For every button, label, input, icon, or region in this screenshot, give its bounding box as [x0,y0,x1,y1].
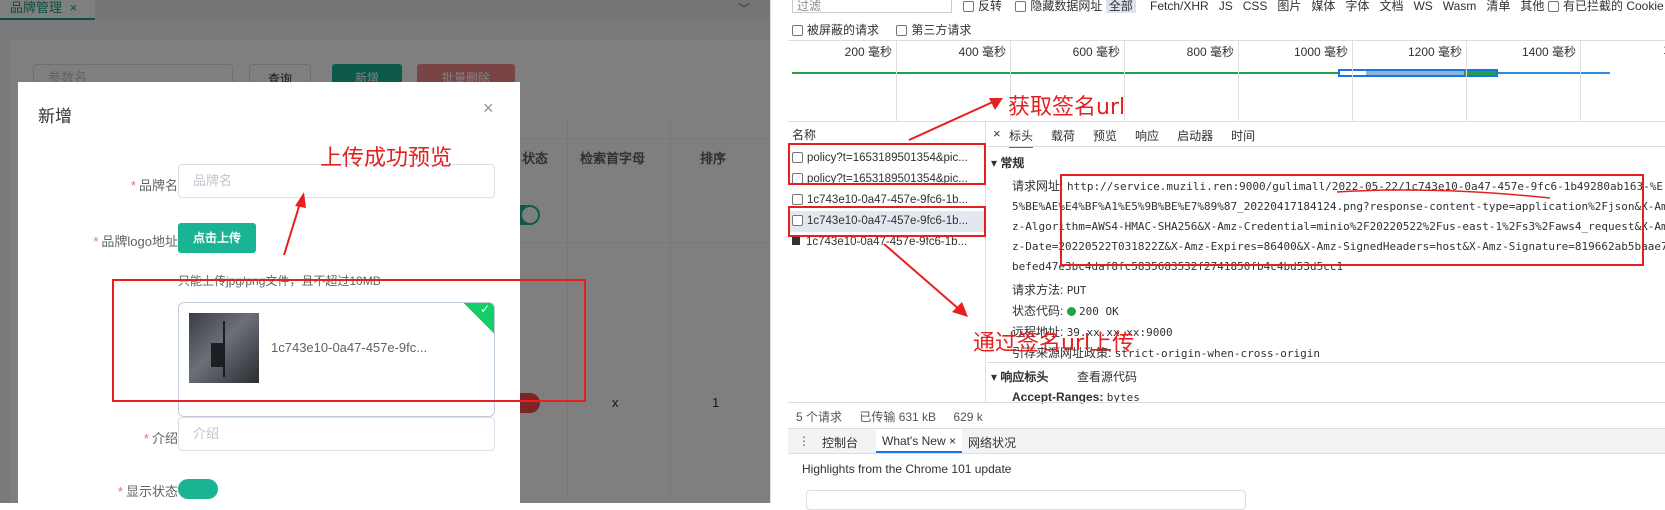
close-icon[interactable]: × [949,434,956,448]
annotation-upload-preview: 上传成功预览 [320,146,453,171]
type-filter[interactable]: JS [1219,0,1233,13]
status-label: 状态代码: [1012,304,1064,318]
show-status-toggle[interactable] [178,479,218,499]
name-column-header[interactable]: 名称 [792,126,816,143]
timeline-gridline [1580,41,1581,121]
detail-tab[interactable]: 预览 [1093,129,1117,143]
close-icon[interactable]: × [483,98,494,119]
detail-tab[interactable]: 启动器 [1177,129,1213,143]
tab-whats-new[interactable]: What's New × [876,429,962,453]
type-filter[interactable]: Wasm [1443,0,1477,13]
detail-tabs[interactable]: 标头 载荷 预览 响应 启动器 时间 [1009,127,1273,148]
third-party-checkbox[interactable]: 第三方请求 [911,23,971,37]
detail-tab[interactable]: 载荷 [1051,129,1075,143]
whats-new-text: Highlights from the Chrome 101 update [802,462,1012,476]
timeline-tick-label: 1200 毫秒 [1407,45,1462,59]
splitter[interactable] [770,0,788,503]
referrer-value: strict-origin-when-cross-origin [1114,347,1320,360]
type-filters[interactable]: Fetch/XHR JS CSS 图片 媒体 字体 文档 WS Wasm 清单 其他 [1150,0,1554,14]
blocked-cookies-checkbox[interactable]: 有已拦截的 Cookie [1563,0,1664,13]
brand-name-label: * 品牌名 [130,178,178,193]
invert-checkbox[interactable]: 反转 [978,0,1002,13]
timeline-gridline [1238,41,1239,121]
status-dot-icon [1066,307,1076,317]
filter-all[interactable]: 全部 [1105,0,1136,13]
annotation-get-signed-url: 获取签名url [1008,95,1126,120]
policy-highlight-box [788,143,986,185]
annotation-upload-via-signed-url: 通过签名url上传 [973,331,1135,356]
view-source-link[interactable]: 查看源代码 [1077,368,1137,385]
timeline-tick-label: 1600 [1632,43,1665,57]
hide-data-urls-checkbox[interactable]: 隐藏数据网址 [1030,0,1102,13]
arrow-icon [283,192,306,256]
tab-console[interactable]: 控制台 [822,434,858,451]
type-filter[interactable]: 其他 [1520,0,1544,13]
upload-request-highlight-box [788,206,986,237]
general-section-header[interactable]: ▾ 常规 [991,154,1024,171]
timeline-tick-label: 1400 毫秒 [1521,45,1576,59]
show-status-label: * 显示状态 [117,484,178,499]
method-value: PUT [1066,284,1087,297]
method-label: 请求方法: [1012,283,1064,297]
timeline-gridline [1466,41,1467,121]
type-filter[interactable]: 清单 [1486,0,1510,13]
underline-mark [1336,189,1551,199]
filter-input[interactable]: 过滤 [792,0,952,13]
detail-tab[interactable]: 响应 [1135,129,1159,143]
type-filter[interactable]: Fetch/XHR [1150,0,1209,13]
type-filter[interactable]: 图片 [1277,0,1301,13]
dialog-title: 新增 [38,107,72,126]
preview-highlight-box [112,279,586,402]
timeline-gridline [1352,41,1353,121]
type-filter[interactable]: 字体 [1345,0,1369,13]
request-url-label: 请求网址: [1012,179,1064,193]
admin-app: 品牌管理 × ﹀ 参数名 查询 新增 批量删除 状态 检索首字母 排序 x 1 … [0,0,770,503]
type-filter[interactable]: 文档 [1379,0,1403,13]
detail-tab[interactable]: 时间 [1231,129,1255,143]
timeline-tick-label: 800 毫秒 [1186,45,1234,59]
timeline-tick-label: 600 毫秒 [1072,45,1120,59]
type-filter[interactable]: CSS [1243,0,1268,13]
response-headers-section[interactable]: ▾ 响应标头 [991,368,1048,385]
type-filter[interactable]: WS [1413,0,1432,13]
blocked-requests-checkbox[interactable]: 被屏蔽的请求 [807,23,879,37]
network-summary: 5 个请求 已传输 631 kB 629 k [796,410,983,424]
timeline-tick-label: 400 毫秒 [958,45,1006,59]
arrow-icon [883,243,968,317]
arrow-icon [908,98,1003,141]
intro-input[interactable]: 介绍 [178,417,495,451]
upload-button[interactable]: 点击上传 [178,223,256,253]
logo-label: * 品牌logo地址 [93,234,178,249]
timeline-tick-label: 200 毫秒 [844,45,892,59]
timeline-gridline [896,41,897,121]
timeline-tick-label: 1000 毫秒 [1293,45,1348,59]
status-value: 200 OK [1079,305,1119,318]
drawer-menu-icon[interactable]: ⋮ [798,434,810,448]
type-filter[interactable]: 媒体 [1311,0,1335,13]
intro-label: * 介绍 [143,431,178,446]
tab-network-conditions[interactable]: 网络状况 [968,434,1016,451]
